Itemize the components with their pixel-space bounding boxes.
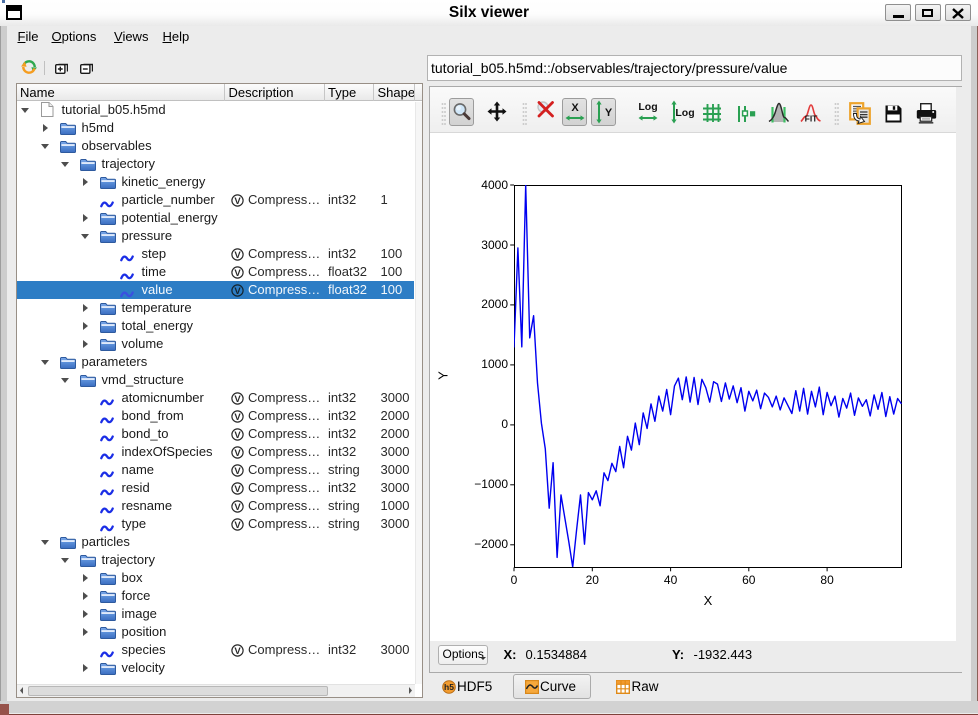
- svg-text:h5: h5: [444, 682, 454, 692]
